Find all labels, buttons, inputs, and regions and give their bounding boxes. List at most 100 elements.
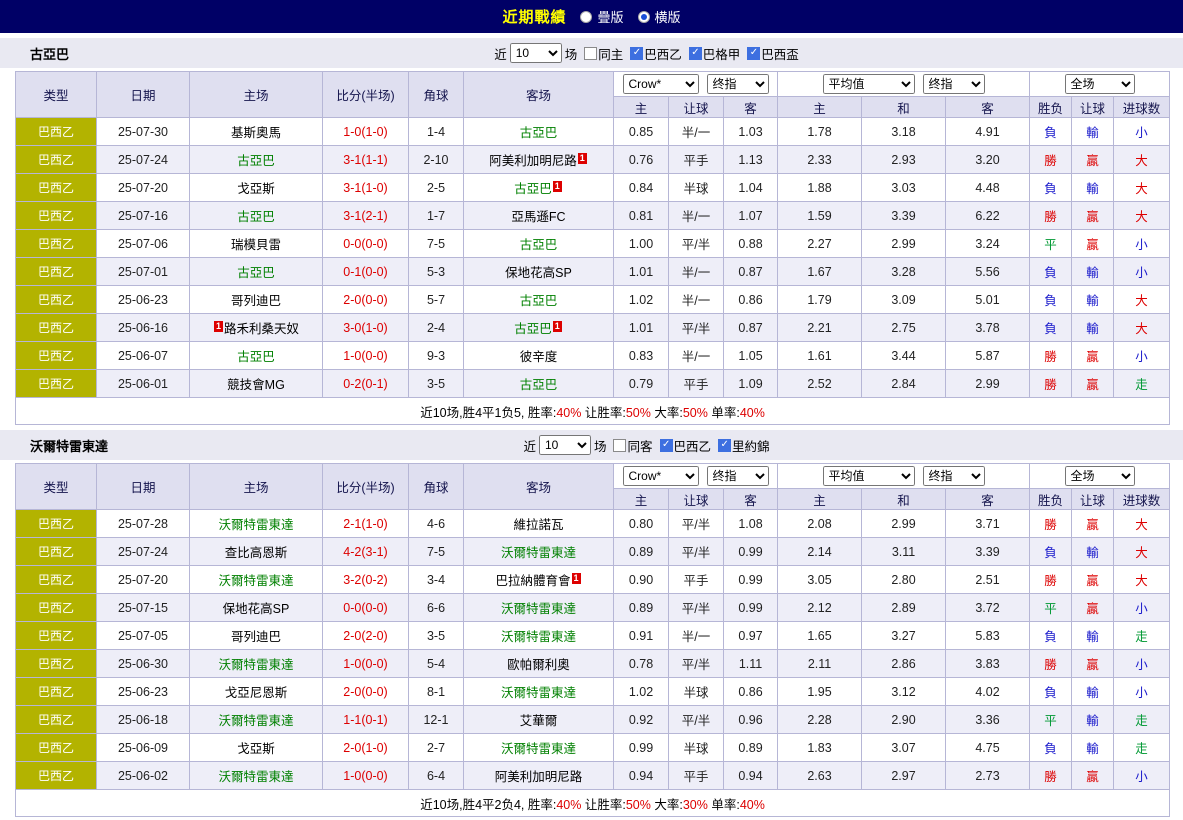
games-count-select[interactable]: 10 [510, 43, 562, 63]
average-odds-select[interactable]: 平均值 [823, 74, 915, 94]
euro-final-odds-select[interactable]: 终指 [923, 74, 985, 94]
average-odds-select[interactable]: 平均值 [823, 466, 915, 486]
away-team-link[interactable]: 沃爾特雷東達 [501, 630, 576, 644]
games-count-select[interactable]: 10 [539, 435, 591, 455]
cell-corners: 7-5 [409, 230, 464, 258]
away-team-link[interactable]: 阿美利加明尼路 [489, 154, 577, 168]
euro-final-odds-select[interactable]: 终指 [923, 466, 985, 486]
away-team-link[interactable]: 沃爾特雷東達 [501, 546, 576, 560]
cell-asian-1: 半/一 [669, 286, 724, 314]
away-team-link[interactable]: 維拉諾瓦 [513, 518, 563, 532]
layout-radio-group: 疊版横版 [580, 7, 680, 26]
cell-asian-2: 1.03 [724, 118, 778, 146]
bookmaker-select[interactable]: Crow* [623, 466, 699, 486]
cell-home: 戈亞斯 [190, 734, 323, 762]
away-team-link[interactable]: 阿美利加明尼路 [495, 770, 583, 784]
match-row: 巴西乙25-07-16古亞巴3-1(2-1)1-7亞馬遜FC0.81半/一1.0… [16, 202, 1170, 230]
bookmaker-select[interactable]: Crow* [623, 74, 699, 94]
layout-radio-0[interactable]: 疊版 [580, 7, 623, 26]
checkbox-icon[interactable] [630, 47, 643, 60]
cell-euro-1: 2.93 [862, 146, 946, 174]
cell-competition: 巴西乙 [16, 118, 97, 146]
home-team-link[interactable]: 戈亞尼恩斯 [225, 686, 288, 700]
filter-checkbox-3[interactable]: 巴西盃 [747, 44, 799, 63]
cell-competition: 巴西乙 [16, 174, 97, 202]
away-team-link[interactable]: 古亞巴 [514, 182, 552, 196]
away-team-link[interactable]: 歐帕爾利奧 [507, 658, 570, 672]
home-team-link[interactable]: 路禾利桑天奴 [224, 322, 299, 336]
cell-home: 古亞巴 [190, 146, 323, 174]
home-team-link[interactable]: 哥列迪巴 [231, 294, 281, 308]
home-team-link[interactable]: 沃爾特雷東達 [218, 658, 293, 672]
checkbox-icon[interactable] [613, 439, 626, 452]
filter-checkbox-1[interactable]: 巴西乙 [630, 44, 682, 63]
final-odds-select[interactable]: 终指 [707, 74, 769, 94]
checkbox-icon[interactable] [660, 439, 673, 452]
checkbox-label: 同客 [627, 436, 652, 455]
cell-asian-0: 1.02 [614, 286, 669, 314]
sub-column-header: 胜负 [1030, 97, 1072, 118]
home-team-link[interactable]: 戈亞斯 [237, 742, 275, 756]
away-team-link[interactable]: 古亞巴 [520, 238, 558, 252]
home-team-link[interactable]: 古亞巴 [237, 350, 275, 364]
away-team-link[interactable]: 古亞巴 [514, 322, 552, 336]
home-team-link[interactable]: 沃爾特雷東達 [218, 770, 293, 784]
filter-checkbox-0[interactable]: 同客 [613, 436, 652, 455]
home-team-link[interactable]: 競技會MG [227, 378, 285, 392]
away-team-link[interactable]: 彼辛度 [520, 350, 558, 364]
away-team-link[interactable]: 亞馬遜FC [511, 210, 565, 224]
away-team-link[interactable]: 沃爾特雷東達 [501, 742, 576, 756]
filter-checkbox-2[interactable]: 里約錦 [718, 436, 770, 455]
away-team-link[interactable]: 古亞巴 [520, 378, 558, 392]
home-team-link[interactable]: 哥列迪巴 [231, 630, 281, 644]
home-team-link[interactable]: 保地花高SP [223, 602, 290, 616]
checkbox-icon[interactable] [689, 47, 702, 60]
home-team-link[interactable]: 沃爾特雷東達 [218, 574, 293, 588]
radio-icon[interactable] [638, 11, 650, 23]
cell-euro-2: 2.73 [946, 762, 1030, 790]
home-team-link[interactable]: 戈亞斯 [237, 182, 275, 196]
cell-corners: 2-7 [409, 734, 464, 762]
home-team-link[interactable]: 查比高恩斯 [225, 546, 288, 560]
match-row: 巴西乙25-06-02沃爾特雷東達1-0(0-0)6-4阿美利加明尼路0.94平… [16, 762, 1170, 790]
cell-corners: 2-10 [409, 146, 464, 174]
away-team-link[interactable]: 沃爾特雷東達 [501, 602, 576, 616]
away-team-link[interactable]: 艾華爾 [520, 714, 558, 728]
away-team-link[interactable]: 沃爾特雷東達 [501, 686, 576, 700]
filter-checkbox-0[interactable]: 同主 [584, 44, 623, 63]
filter-checkbox-2[interactable]: 巴格甲 [689, 44, 741, 63]
match-row: 巴西乙25-06-23哥列迪巴2-0(0-0)5-7古亞巴1.02半/一0.86… [16, 286, 1170, 314]
cell-score: 4-2(3-1) [323, 538, 409, 566]
summary-stat-value: 50% [626, 798, 651, 812]
away-team-link[interactable]: 巴拉納體育會 [495, 574, 570, 588]
home-team-link[interactable]: 沃爾特雷東達 [218, 714, 293, 728]
home-team-link[interactable]: 古亞巴 [237, 210, 275, 224]
home-team-link[interactable]: 基斯奧馬 [231, 126, 281, 140]
radio-icon[interactable] [580, 11, 592, 23]
cell-date: 25-07-16 [97, 202, 190, 230]
cell-corners: 8-1 [409, 678, 464, 706]
fulltime-select[interactable]: 全场 [1065, 466, 1135, 486]
final-odds-select[interactable]: 终指 [707, 466, 769, 486]
checkbox-icon[interactable] [584, 47, 597, 60]
match-row: 巴西乙25-07-24查比高恩斯4-2(3-1)7-5沃爾特雷東達0.89平/半… [16, 538, 1170, 566]
away-team-link[interactable]: 保地花高SP [505, 266, 572, 280]
fulltime-select[interactable]: 全场 [1065, 74, 1135, 94]
column-header: 主场 [190, 464, 323, 510]
away-team-link[interactable]: 古亞巴 [520, 294, 558, 308]
asian-odds-controls: Crow* 终指 [614, 72, 778, 97]
filter-checkbox-1[interactable]: 巴西乙 [660, 436, 712, 455]
home-team-link[interactable]: 沃爾特雷東達 [218, 518, 293, 532]
cell-euro-1: 2.99 [862, 230, 946, 258]
cell-result-1: 輸 [1072, 286, 1114, 314]
euro-odds-controls: 平均值终指 [778, 72, 1030, 97]
layout-radio-1[interactable]: 横版 [638, 7, 681, 26]
home-team-link[interactable]: 古亞巴 [237, 266, 275, 280]
home-team-link[interactable]: 古亞巴 [237, 154, 275, 168]
away-team-link[interactable]: 古亞巴 [520, 126, 558, 140]
match-row: 巴西乙25-07-01古亞巴0-1(0-0)5-3保地花高SP1.01半/一0.… [16, 258, 1170, 286]
checkbox-icon[interactable] [718, 439, 731, 452]
home-team-link[interactable]: 瑞模貝雷 [231, 238, 281, 252]
cell-asian-1: 平/半 [669, 314, 724, 342]
checkbox-icon[interactable] [747, 47, 760, 60]
